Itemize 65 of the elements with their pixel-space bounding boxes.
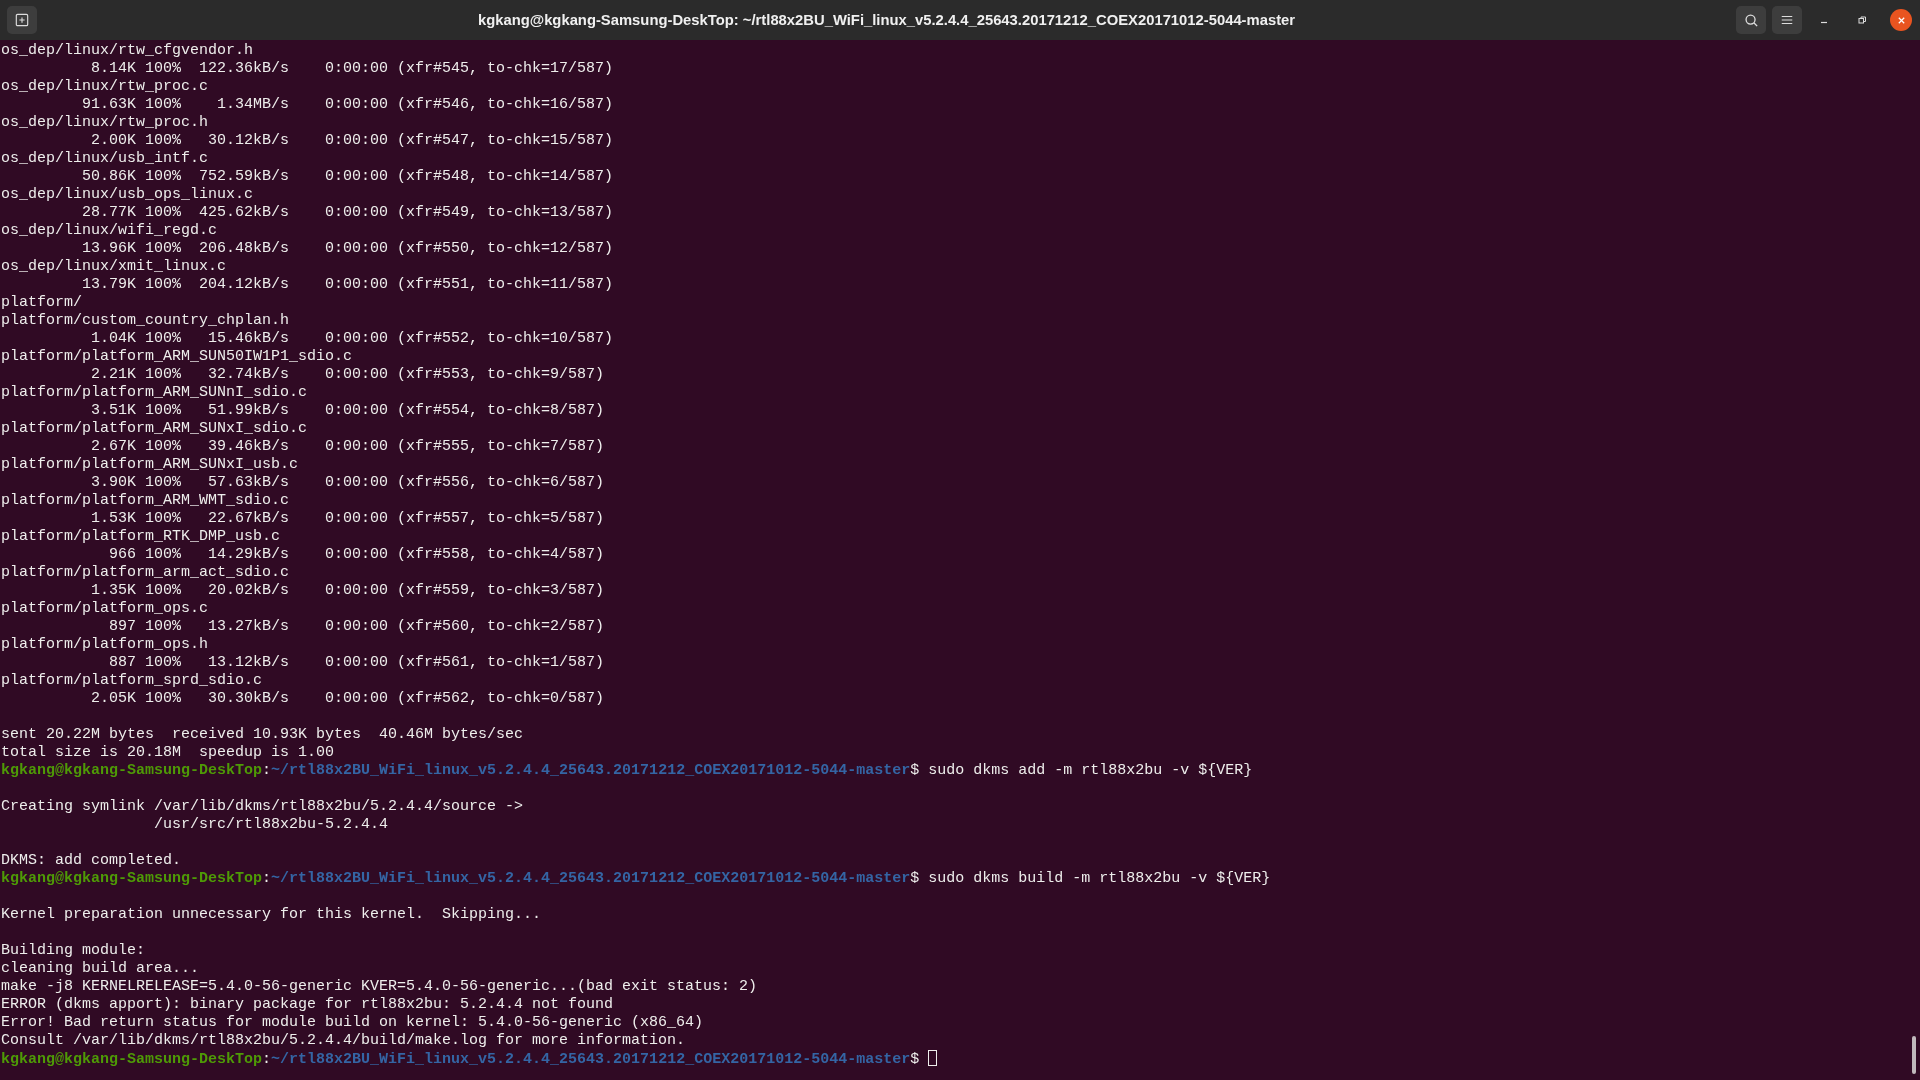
output-line: 3.51K 100% 51.99kB/s 0:00:00 (xfr#554, to-chk=8/587) [90,402,605,419]
output-line: 1.35K 100% 20.02kB/s 0:00:00 (xfr#559, to-chk=3/587) [90,582,605,599]
output-line: 2.21K 100% 32.74kB/s 0:00:00 (xfr#553, to-chk=9/587) [90,366,605,383]
scrollbar-thumb[interactable] [1912,1036,1916,1074]
search-button[interactable] [1736,6,1766,34]
shell-prompt: kgkang@kgkang-Samsung-DeskTop:~/rtl88x2BU_WiFi_linux_v5.2.4.4_25643.20171212_COEX20171012-5044-master$ [1,870,920,887]
output-line: os_dep/linux/rtw_cfgvendor.h [1,42,254,59]
output-line: total size is 20.18M speedup is 1.00 [1,744,335,761]
output-line: 897 100% 13.27kB/s 0:00:00 (xfr#560, to-chk=2/587) [108,618,605,635]
output-line: 2.00K 100% 30.12kB/s 0:00:00 (xfr#547, to-chk=15/587) [90,132,614,149]
output-line: 2.67K 100% 39.46kB/s 0:00:00 (xfr#555, to-chk=7/587) [90,438,605,455]
output-line: 3.90K 100% 57.63kB/s 0:00:00 (xfr#556, to-chk=6/587) [90,474,605,491]
output-line: platform/platform_ARM_WMT_sdio.c [1,492,290,509]
output-line: Consult /var/lib/dkms/rtl88x2bu/5.2.4.4/build/make.log for more information. [1,1032,686,1049]
output-line: 13.79K 100% 204.12kB/s 0:00:00 (xfr#551, to-chk=11/587) [81,276,614,293]
output-line: Error! Bad return status for module build on kernel: 5.4.0-56-generic (x86_64) [1,1014,704,1031]
output-line: 28.77K 100% 425.62kB/s 0:00:00 (xfr#549, to-chk=13/587) [81,204,614,221]
output-line: 1.04K 100% 15.46kB/s 0:00:00 (xfr#552, to-chk=10/587) [90,330,614,347]
output-line: 8.14K 100% 122.36kB/s 0:00:00 (xfr#545, to-chk=17/587) [90,60,614,77]
output-line: os_dep/linux/wifi_regd.c [1,222,218,239]
output-line: 966 100% 14.29kB/s 0:00:00 (xfr#558, to-chk=4/587) [108,546,605,563]
output-line: platform/platform_ARM_SUNxI_sdio.c [1,420,308,437]
new-tab-icon [15,13,29,27]
output-line: os_dep/linux/rtw_proc.h [1,114,209,131]
output-line: os_dep/linux/rtw_proc.c [1,78,209,95]
output-line: 13.96K 100% 206.48kB/s 0:00:00 (xfr#550, to-chk=12/587) [81,240,614,257]
command-text: sudo dkms add -m rtl88x2bu -v ${VER} [928,762,1253,779]
command-text: sudo dkms build -m rtl88x2bu -v ${VER} [928,870,1271,887]
output-line: os_dep/linux/xmit_linux.c [1,258,227,275]
close-button[interactable] [1890,9,1912,31]
restore-icon [1857,15,1867,25]
menu-button[interactable] [1772,6,1802,34]
close-icon [1896,15,1906,25]
window-title: kgkang@kgkang-Samsung-DeskTop: ~/rtl88x2BU_WiFi_linux_v5.2.4.4_25643.20171212_COEX20171012-5044-master [476,12,1297,28]
output-line: platform/platform_ARM_SUNxI_usb.c [1,456,299,473]
output-line: 91.63K 100% 1.34MB/s 0:00:00 (xfr#546, to-chk=16/587) [81,96,614,113]
output-line: platform/platform_ops.c [1,600,209,617]
output-line: 2.05K 100% 30.30kB/s 0:00:00 (xfr#562, to-chk=0/587) [90,690,605,707]
output-line: platform/custom_country_chplan.h [1,312,290,329]
output-line: platform/platform_ops.h [1,636,209,653]
output-line: platform/ [1,294,82,311]
output-line: sent 20.22M bytes received 10.93K bytes 40.46M bytes/sec [1,726,524,743]
output-line: cleaning build area... [1,960,200,977]
menu-icon [1780,13,1794,27]
output-line: platform/platform_RTK_DMP_usb.c [1,528,281,545]
output-line: make -j8 KERNELRELEASE=5.4.0-56-generic KVER=5.4.0-56-generic...(bad exit status: 2) [1,978,758,995]
output-line: Building module: [1,942,146,959]
output-line: DKMS: add completed. [1,852,182,869]
new-tab-button[interactable] [7,6,37,34]
output-line: 887 100% 13.12kB/s 0:00:00 (xfr#561, to-chk=1/587) [108,654,605,671]
output-line: platform/platform_sprd_sdio.c [1,672,263,689]
shell-prompt: kgkang@kgkang-Samsung-DeskTop:~/rtl88x2BU_WiFi_linux_v5.2.4.4_25643.20171212_COEX20171012-5044-master$ [1,1051,920,1068]
output-line: 1.53K 100% 22.67kB/s 0:00:00 (xfr#557, to-chk=5/587) [90,510,605,527]
output-line: ERROR (dkms apport): binary package for rtl88x2bu: 5.2.4.4 not found [1,996,614,1013]
output-line: 50.86K 100% 752.59kB/s 0:00:00 (xfr#548, to-chk=14/587) [81,168,614,185]
output-line: platform/platform_ARM_SUNnI_sdio.c [1,384,308,401]
output-line: os_dep/linux/usb_ops_linux.c [1,186,254,203]
output-line: platform/platform_ARM_SUN50IW1P1_sdio.c [1,348,353,365]
output-line: /usr/src/rtl88x2bu-5.2.4.4 [153,816,389,833]
output-line: Creating symlink /var/lib/dkms/rtl88x2bu/5.2.4.4/source -> [1,798,524,815]
shell-prompt: kgkang@kgkang-Samsung-DeskTop:~/rtl88x2BU_WiFi_linux_v5.2.4.4_25643.20171212_COEX20171012-5044-master$ [1,762,920,779]
search-icon [1743,12,1759,28]
output-line: platform/platform_arm_act_sdio.c [1,564,290,581]
output-line: os_dep/linux/usb_intf.c [1,150,209,167]
output-line: Kernel preparation unnecessary for this kernel. Skipping... [1,906,542,923]
